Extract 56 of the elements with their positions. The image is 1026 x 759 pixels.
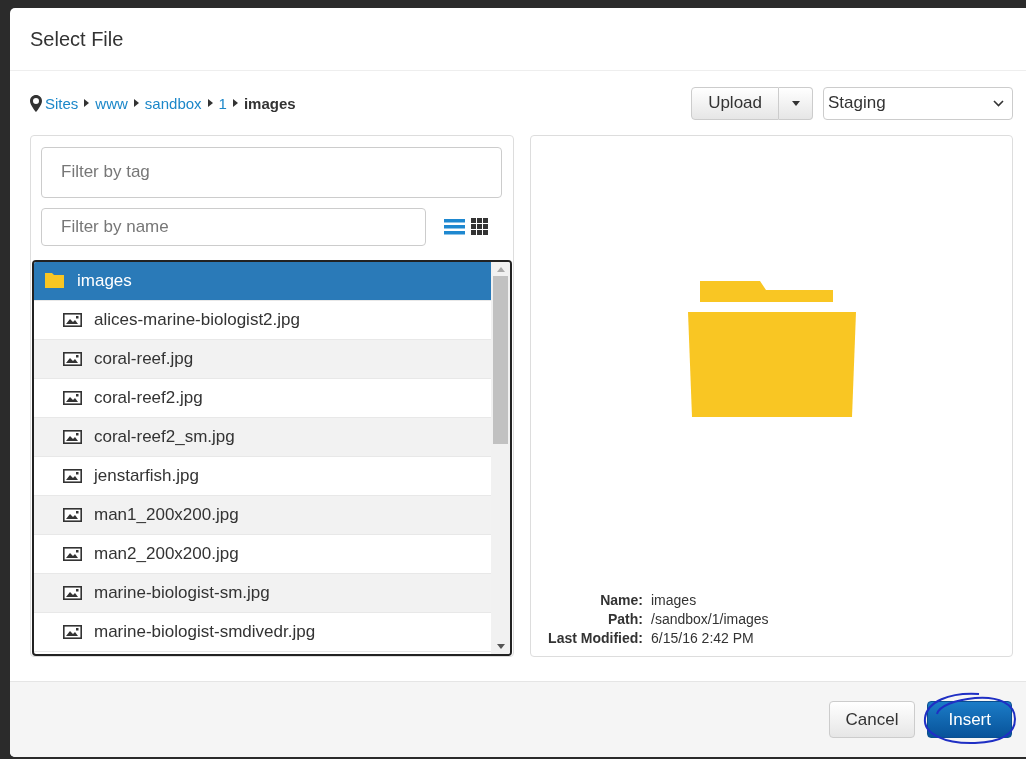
folder-icon: [687, 280, 856, 417]
image-icon: [63, 546, 82, 561]
caret-right-icon: [84, 99, 90, 107]
detail-label: Name:: [599, 591, 643, 610]
image-icon: [63, 468, 82, 483]
caret-right-icon: [232, 99, 238, 107]
scroll-up-icon[interactable]: [496, 266, 505, 272]
cancel-button[interactable]: Cancel: [828, 701, 916, 738]
breadcrumb-link[interactable]: Sites: [45, 94, 79, 112]
environment-select[interactable]: Staging: [823, 86, 1013, 120]
detail-value: images: [651, 591, 698, 610]
grid-view-icon[interactable]: [471, 218, 488, 236]
detail-value: 6/15/16 2:42 PM: [651, 629, 755, 648]
image-icon: [63, 351, 82, 366]
file-name: jenstarfish.jpg: [94, 465, 199, 486]
image-icon: [63, 390, 82, 405]
file-name: coral-reef2.jpg: [94, 387, 203, 408]
file-row[interactable]: marine-biologist-sm.jpg: [34, 573, 491, 613]
file-name: coral-reef.jpg: [94, 348, 194, 369]
scroll-down-icon[interactable]: [496, 644, 505, 649]
upload-button[interactable]: Upload: [691, 86, 779, 120]
file-name: man2_200x200.jpg: [94, 543, 239, 564]
file-row[interactable]: coral-reef.jpg: [34, 339, 491, 379]
dialog-title: Select File: [30, 27, 124, 51]
folder-icon: [44, 272, 65, 290]
caret-down-icon: [791, 100, 800, 106]
breadcrumb-current: images: [243, 94, 296, 112]
file-name: marine-biologist-smdivedr.jpg: [94, 621, 316, 642]
detail-label: Last Modified:: [547, 629, 643, 648]
folder-row[interactable]: images: [34, 261, 491, 301]
file-row[interactable]: man1_200x200.jpg: [34, 495, 491, 535]
scrollbar[interactable]: [491, 261, 510, 654]
folder-name: images: [77, 270, 132, 291]
file-name: marine-biologist-sm.jpg: [94, 582, 270, 603]
image-icon: [63, 429, 82, 444]
tag-filter-field[interactable]: Filter by tag: [41, 147, 502, 198]
image-icon: [63, 585, 82, 600]
breadcrumb-link[interactable]: www: [95, 94, 128, 112]
caret-right-icon: [133, 99, 139, 107]
file-row[interactable]: coral-reef2_sm.jpg: [34, 417, 491, 457]
name-filter-field[interactable]: Filter by name: [41, 207, 426, 246]
insert-button[interactable]: Insert: [927, 701, 1012, 738]
file-name: alices-marine-biologist2.jpg: [94, 309, 300, 330]
caret-right-icon: [207, 99, 213, 107]
breadcrumb-link[interactable]: sandbox: [144, 94, 202, 112]
chevron-down-icon: [993, 99, 1004, 107]
detail-label: Path:: [607, 610, 643, 629]
image-icon: [63, 312, 82, 327]
detail-value: /sandbox/1/images: [651, 610, 770, 629]
map-pin-icon: [30, 94, 42, 112]
image-icon: [63, 624, 82, 639]
file-name: man1_200x200.jpg: [94, 504, 239, 525]
image-icon: [63, 507, 82, 522]
file-name: coral-reef2_sm.jpg: [94, 426, 235, 447]
list-view-icon[interactable]: [444, 218, 465, 236]
breadcrumb-link[interactable]: 1: [218, 94, 227, 112]
